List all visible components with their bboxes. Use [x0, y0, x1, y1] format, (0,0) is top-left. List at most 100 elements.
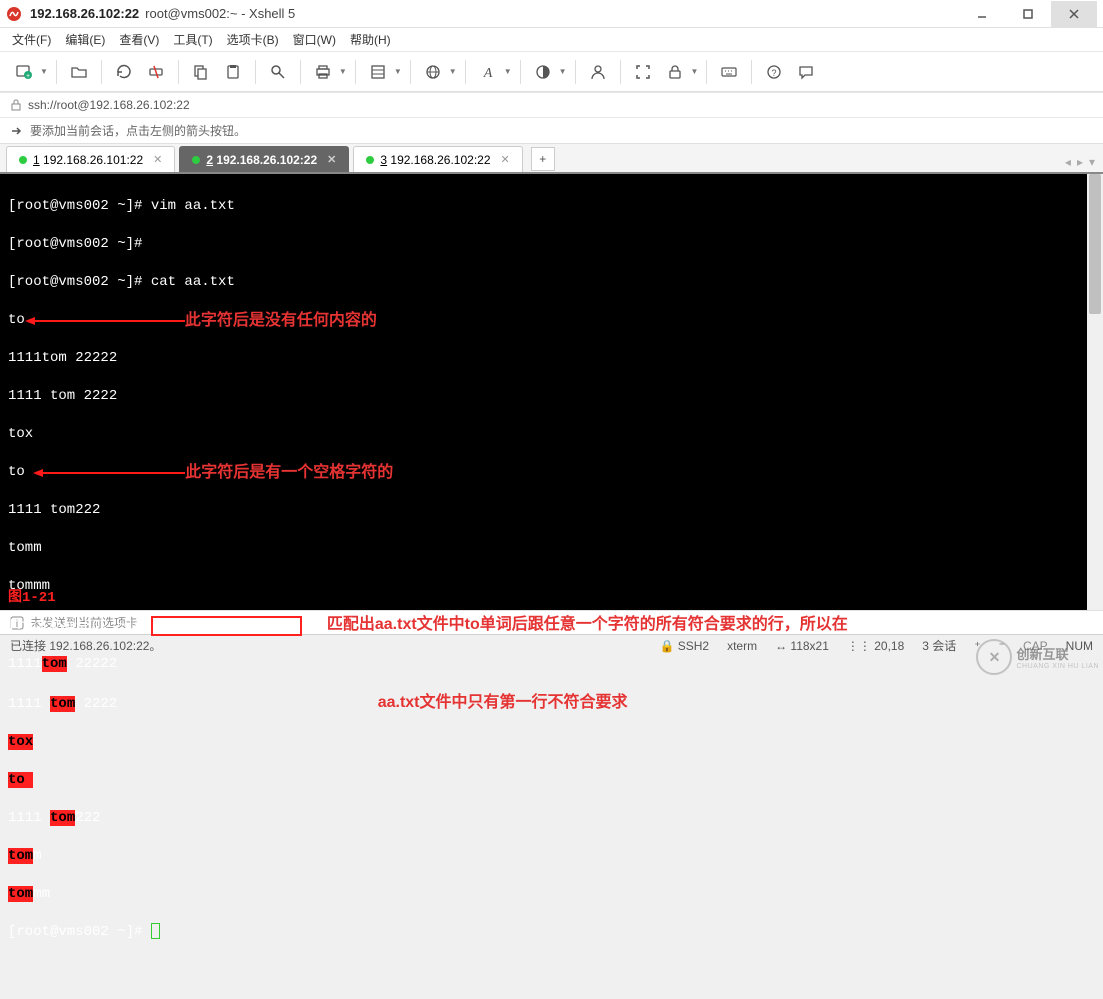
chat-button[interactable] — [792, 58, 820, 86]
output: mm — [33, 886, 50, 902]
output: m — [33, 848, 41, 864]
dropdown-icon[interactable]: ▼ — [449, 67, 457, 76]
minimize-button[interactable] — [959, 1, 1005, 27]
open-button[interactable] — [65, 58, 93, 86]
match: tom — [50, 696, 75, 712]
menu-file[interactable]: 文件(F) — [12, 31, 51, 48]
output: 1111 tom 2222 — [8, 388, 117, 404]
output: 222 — [75, 810, 100, 826]
tab-label: 192.168.26.101:22 — [43, 153, 143, 167]
scrollbar-thumb[interactable] — [1089, 174, 1101, 314]
tab-2[interactable]: 2 192.168.26.102:22 ✕ — [179, 146, 349, 172]
prompt: [root@vms002 ~]# — [8, 274, 151, 290]
copy-button[interactable] — [187, 58, 215, 86]
tab-nav: ◂ ▸ ▾ — [1063, 155, 1097, 172]
tab-1[interactable]: 1 192.168.26.101:22 ✕ — [6, 146, 175, 172]
terminal[interactable]: [root@vms002 ~]# vim aa.txt [root@vms002… — [0, 174, 1103, 610]
menu-tools[interactable]: 工具(T) — [173, 31, 212, 48]
output: 1111 — [8, 810, 50, 826]
tab-add-button[interactable]: + — [531, 147, 555, 171]
menu-window[interactable]: 窗口(W) — [293, 31, 336, 48]
prompt: [root@vms002 ~]# — [8, 236, 151, 252]
close-button[interactable] — [1051, 1, 1097, 27]
fullscreen-button[interactable] — [629, 58, 657, 86]
svg-text:+: + — [26, 73, 30, 80]
reconnect-button[interactable] — [110, 58, 138, 86]
menu-view[interactable]: 查看(V) — [119, 31, 159, 48]
tab-close-icon[interactable]: ✕ — [327, 153, 336, 166]
title-bar: 192.168.26.102:22 root@vms002:~ - Xshell… — [0, 0, 1103, 28]
match: tom — [8, 886, 33, 902]
annotation-text: 此字符后是没有任何内容的 — [185, 311, 377, 330]
dropdown-icon[interactable]: ▼ — [394, 67, 402, 76]
status-dot-icon — [192, 156, 200, 164]
cmd: cat aa.txt — [151, 274, 235, 290]
watermark-brand: 创新互联 — [1016, 644, 1099, 663]
lock-button[interactable] — [661, 58, 689, 86]
annotation-arrow-icon — [33, 467, 185, 479]
font-button[interactable]: A — [474, 58, 502, 86]
user-button[interactable] — [584, 58, 612, 86]
address-bar[interactable]: ssh://root@192.168.26.102:22 — [0, 92, 1103, 118]
app-icon — [6, 6, 22, 22]
arrow-add-icon[interactable] — [10, 124, 24, 138]
tab-prev-icon[interactable]: ◂ — [1063, 155, 1073, 169]
status-dot-icon — [366, 156, 374, 164]
tab-next-icon[interactable]: ▸ — [1075, 155, 1085, 169]
output: 22222 — [67, 656, 117, 672]
svg-text:?: ? — [772, 68, 777, 78]
paste-button[interactable] — [219, 58, 247, 86]
tab-close-icon[interactable]: ✕ — [153, 153, 162, 166]
tab-num: 1 — [33, 153, 40, 167]
dropdown-icon[interactable]: ▼ — [339, 67, 347, 76]
dropdown-icon[interactable]: ▼ — [691, 67, 699, 76]
watermark-logo-icon: ✕ — [976, 639, 1012, 675]
annotation-text: aa.txt文件中只有第一行不符合要求 — [378, 694, 628, 711]
new-session-button[interactable]: + — [10, 58, 38, 86]
color-scheme-button[interactable] — [529, 58, 557, 86]
output: tox — [8, 426, 33, 442]
toolbar: + ▼ ▼ ▼ ▼ A ▼ ▼ ▼ ? — [0, 52, 1103, 92]
tab-num: 3 — [380, 153, 387, 167]
window-buttons — [959, 1, 1097, 27]
encoding-button[interactable] — [419, 58, 447, 86]
output: 1111 — [8, 696, 50, 712]
maximize-button[interactable] — [1005, 1, 1051, 27]
highlighted-command: grep 'to.' aa.txt — [151, 616, 302, 636]
watermark: ✕ 创新互联 CHUANG XIN HU LIAN — [976, 639, 1099, 675]
print-button[interactable] — [309, 58, 337, 86]
tab-close-icon[interactable]: ✕ — [501, 153, 510, 166]
dropdown-icon[interactable]: ▼ — [559, 67, 567, 76]
svg-text:A: A — [482, 66, 492, 81]
properties-button[interactable] — [364, 58, 392, 86]
scrollbar[interactable] — [1087, 174, 1103, 610]
tab-list-icon[interactable]: ▾ — [1087, 155, 1097, 169]
disconnect-button[interactable] — [142, 58, 170, 86]
hint-bar: 要添加当前会话，点击左侧的箭头按钮。 — [0, 118, 1103, 144]
match: tox — [8, 734, 33, 750]
output: 1111tom 22222 — [8, 350, 117, 366]
tab-label: 192.168.26.102:22 — [390, 153, 490, 167]
menu-tab[interactable]: 选项卡(B) — [227, 31, 279, 48]
dropdown-icon[interactable]: ▼ — [504, 67, 512, 76]
dropdown-icon[interactable]: ▼ — [40, 67, 48, 76]
help-button[interactable]: ? — [760, 58, 788, 86]
annotation-text: 匹配出aa.txt文件中to单词后跟任意一个字符的所有符合要求的行，所以在 — [327, 616, 848, 633]
keyboard-button[interactable] — [715, 58, 743, 86]
output: 1111 — [8, 656, 42, 672]
tab-num: 2 — [206, 153, 213, 167]
menu-help[interactable]: 帮助(H) — [350, 31, 391, 48]
output: 1111 tom222 — [8, 502, 100, 518]
prompt: [root@vms002 ~]# — [8, 924, 151, 940]
prompt: [root@vms002 ~]# — [8, 618, 151, 634]
address-text: ssh://root@192.168.26.102:22 — [28, 98, 190, 112]
prompt: [root@vms002 ~]# — [8, 198, 151, 214]
menu-edit[interactable]: 编辑(E) — [65, 31, 105, 48]
search-button[interactable] — [264, 58, 292, 86]
output: 2222 — [75, 696, 117, 712]
tab-row: 1 192.168.26.101:22 ✕ 2 192.168.26.102:2… — [0, 144, 1103, 174]
lock-icon — [10, 99, 22, 111]
hint-text: 要添加当前会话，点击左侧的箭头按钮。 — [30, 122, 246, 139]
tab-3[interactable]: 3 192.168.26.102:22 ✕ — [353, 146, 522, 172]
output: to — [8, 311, 25, 330]
